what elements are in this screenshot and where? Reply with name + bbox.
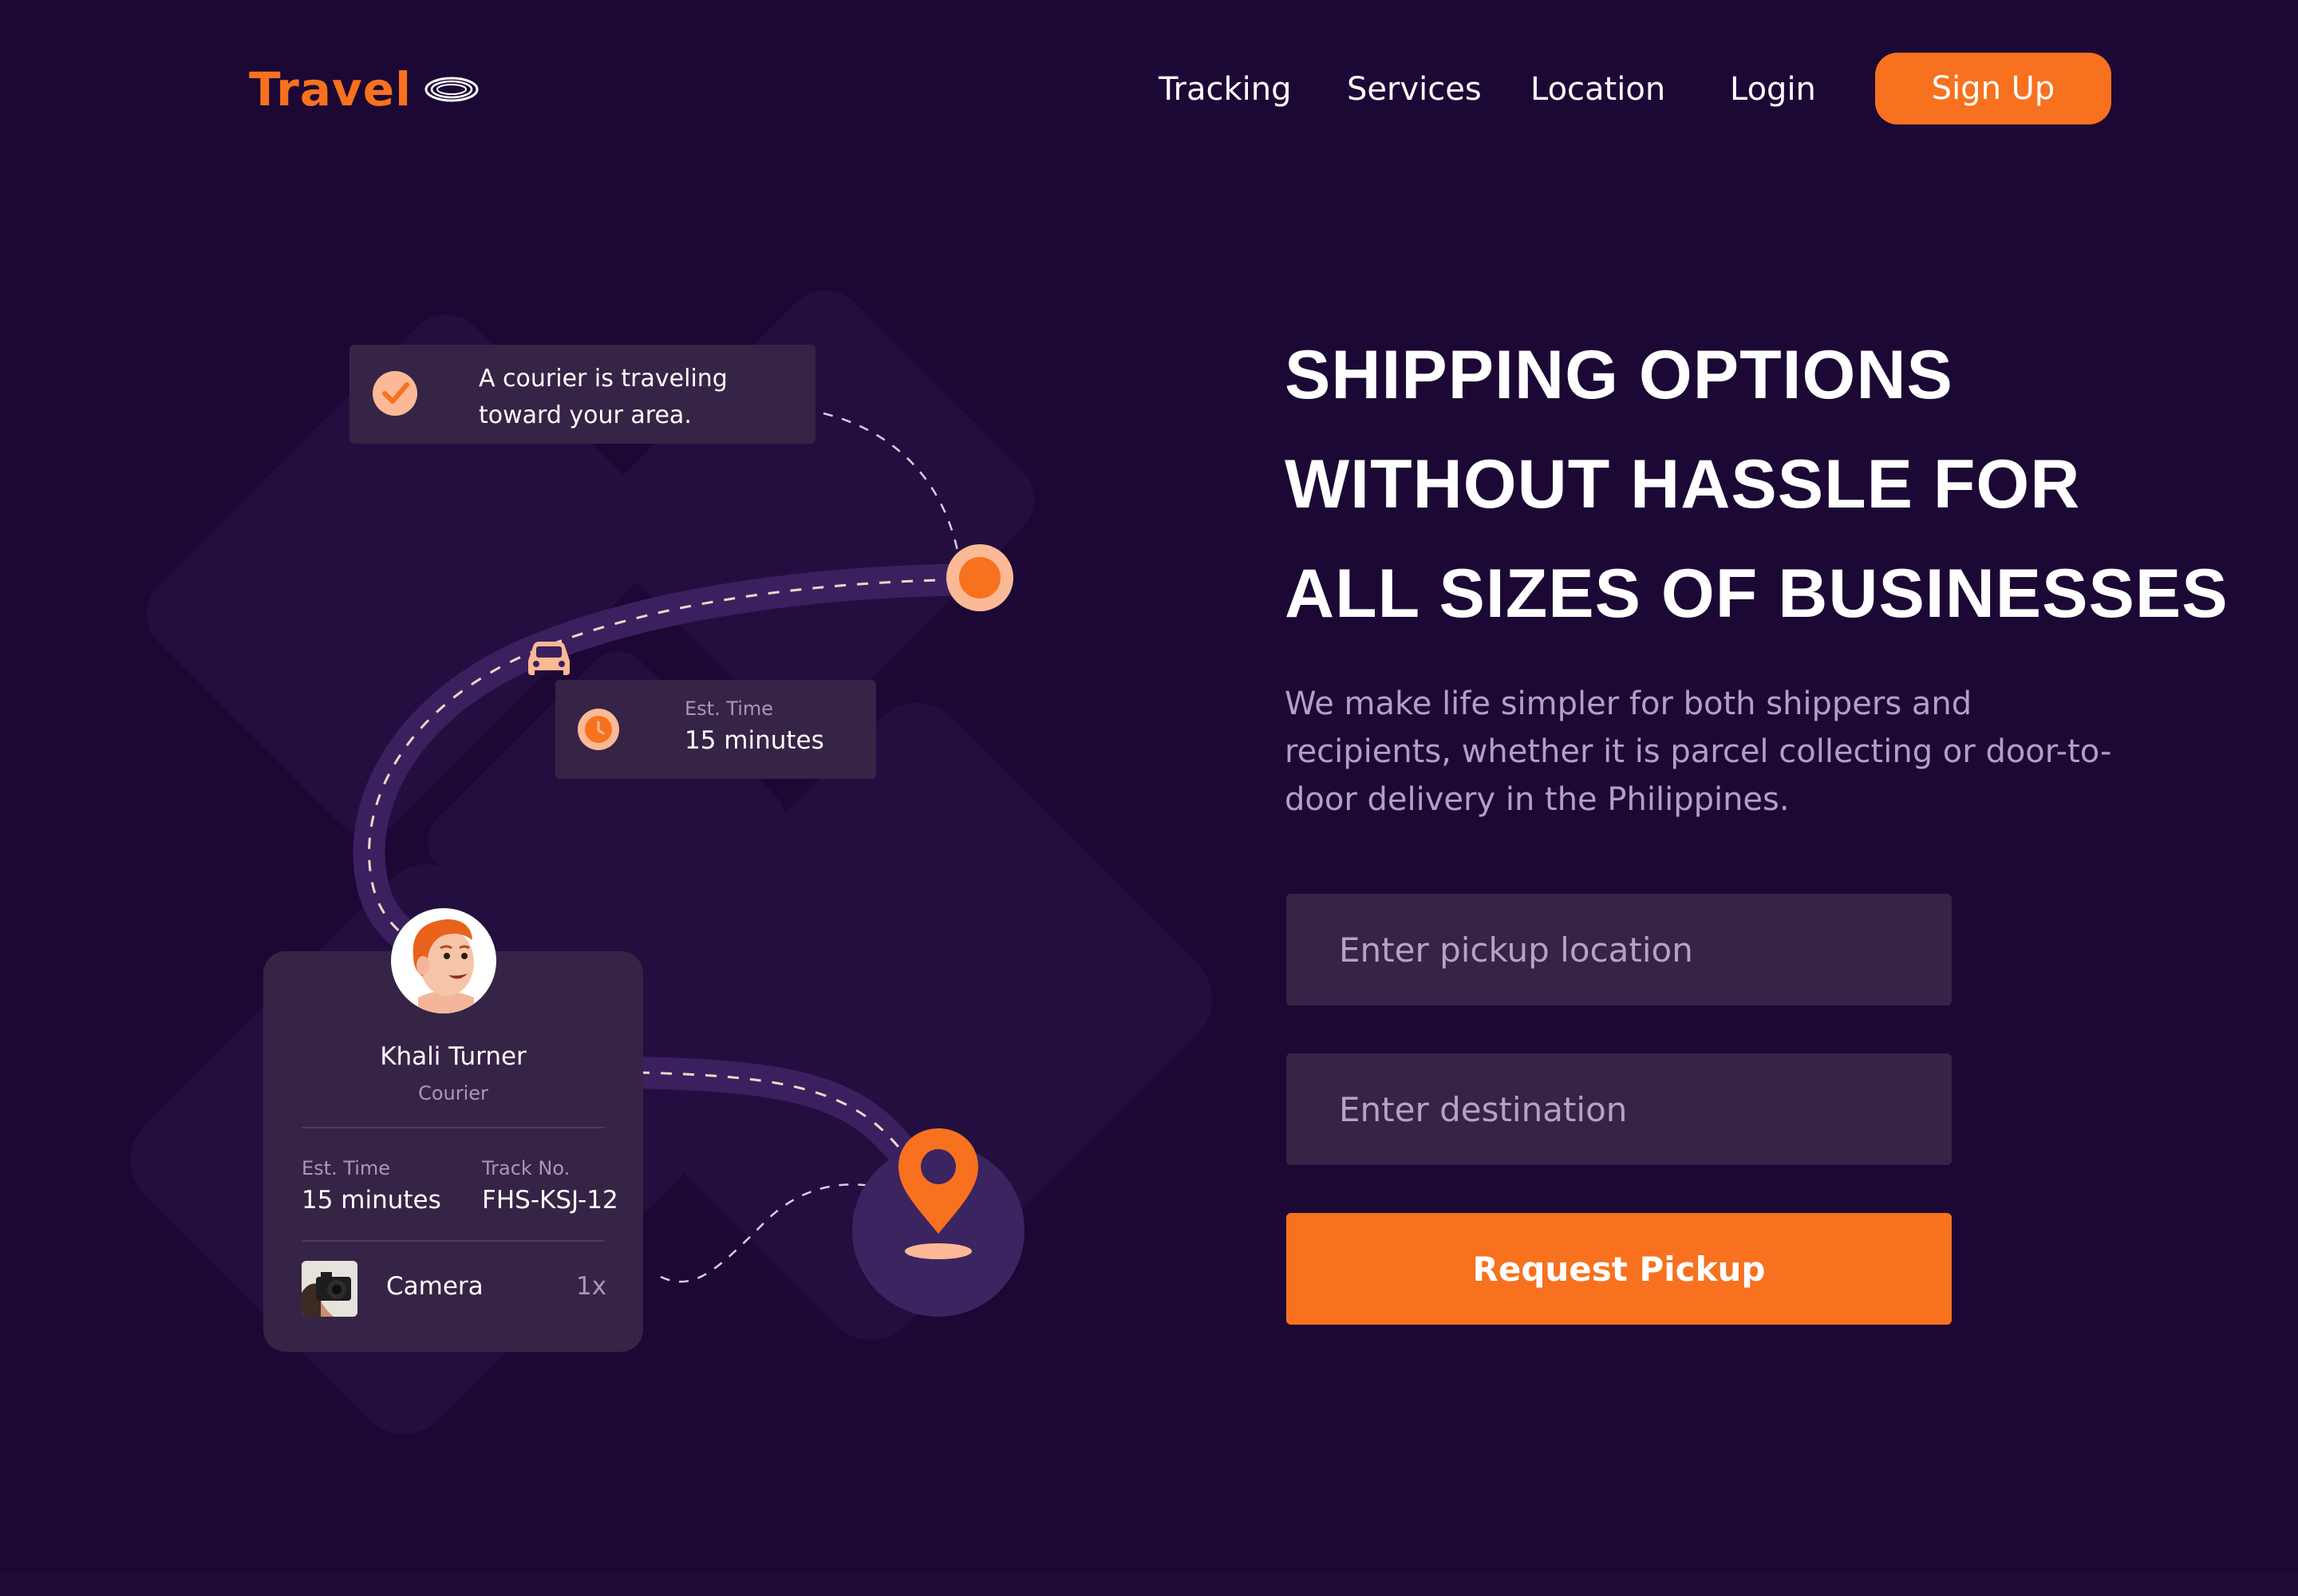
ring-icon xyxy=(424,77,479,102)
est-time-value: 15 minutes xyxy=(302,1186,441,1215)
nav-location[interactable]: Location xyxy=(1530,61,1665,118)
login-link[interactable]: Login xyxy=(1730,61,1816,118)
courier-notification-text: A courier is traveling toward your area. xyxy=(479,365,728,429)
logo[interactable]: Travel xyxy=(249,59,479,120)
nav-tracking[interactable]: Tracking xyxy=(1159,61,1292,118)
est-time-label: Est. Time xyxy=(302,1157,391,1179)
track-number-label: Track No. xyxy=(482,1157,571,1179)
clock-icon xyxy=(578,709,619,750)
eta-value: 15 minutes xyxy=(685,726,824,755)
logo-text: Travel xyxy=(249,62,412,117)
check-circle-icon xyxy=(373,371,417,416)
destination-input[interactable] xyxy=(1286,1053,1952,1165)
eta-card: Est. Time 15 minutes xyxy=(555,680,876,779)
signup-button[interactable]: Sign Up xyxy=(1875,53,2111,124)
divider xyxy=(302,1240,605,1242)
hero-title-line-3: ALL SIZES OF BUSINESSES xyxy=(1285,555,2229,632)
eta-label: Est. Time xyxy=(685,697,774,720)
start-point-icon xyxy=(946,544,1013,611)
request-pickup-button[interactable]: Request Pickup xyxy=(1286,1213,1952,1325)
pickup-location-input[interactable] xyxy=(1286,894,1952,1005)
nav-services[interactable]: Services xyxy=(1347,61,1482,118)
footer-strip xyxy=(0,1572,2298,1596)
camera-thumbnail xyxy=(302,1261,357,1317)
courier-notification-card: A courier is traveling toward your area. xyxy=(349,345,815,444)
courier-role: Courier xyxy=(418,1082,488,1104)
hero-title: SHIPPING OPTIONS WITHOUT HASSLE FOR ALL … xyxy=(1285,321,2242,649)
courier-avatar xyxy=(391,908,496,1013)
pin-shadow xyxy=(905,1243,972,1259)
item-name: Camera xyxy=(386,1272,484,1301)
hero-title-line-2: WITHOUT HASSLE FOR xyxy=(1285,446,2081,523)
courier-name: Khali Turner xyxy=(380,1042,527,1071)
hero-subtitle: We make life simpler for both shippers a… xyxy=(1285,685,2112,818)
track-number-value: FHS-KSJ-12 xyxy=(482,1186,618,1215)
car-icon xyxy=(528,642,570,675)
hero-title-line-1: SHIPPING OPTIONS xyxy=(1285,337,1953,413)
divider xyxy=(302,1127,605,1128)
item-quantity: 1x xyxy=(576,1272,607,1301)
